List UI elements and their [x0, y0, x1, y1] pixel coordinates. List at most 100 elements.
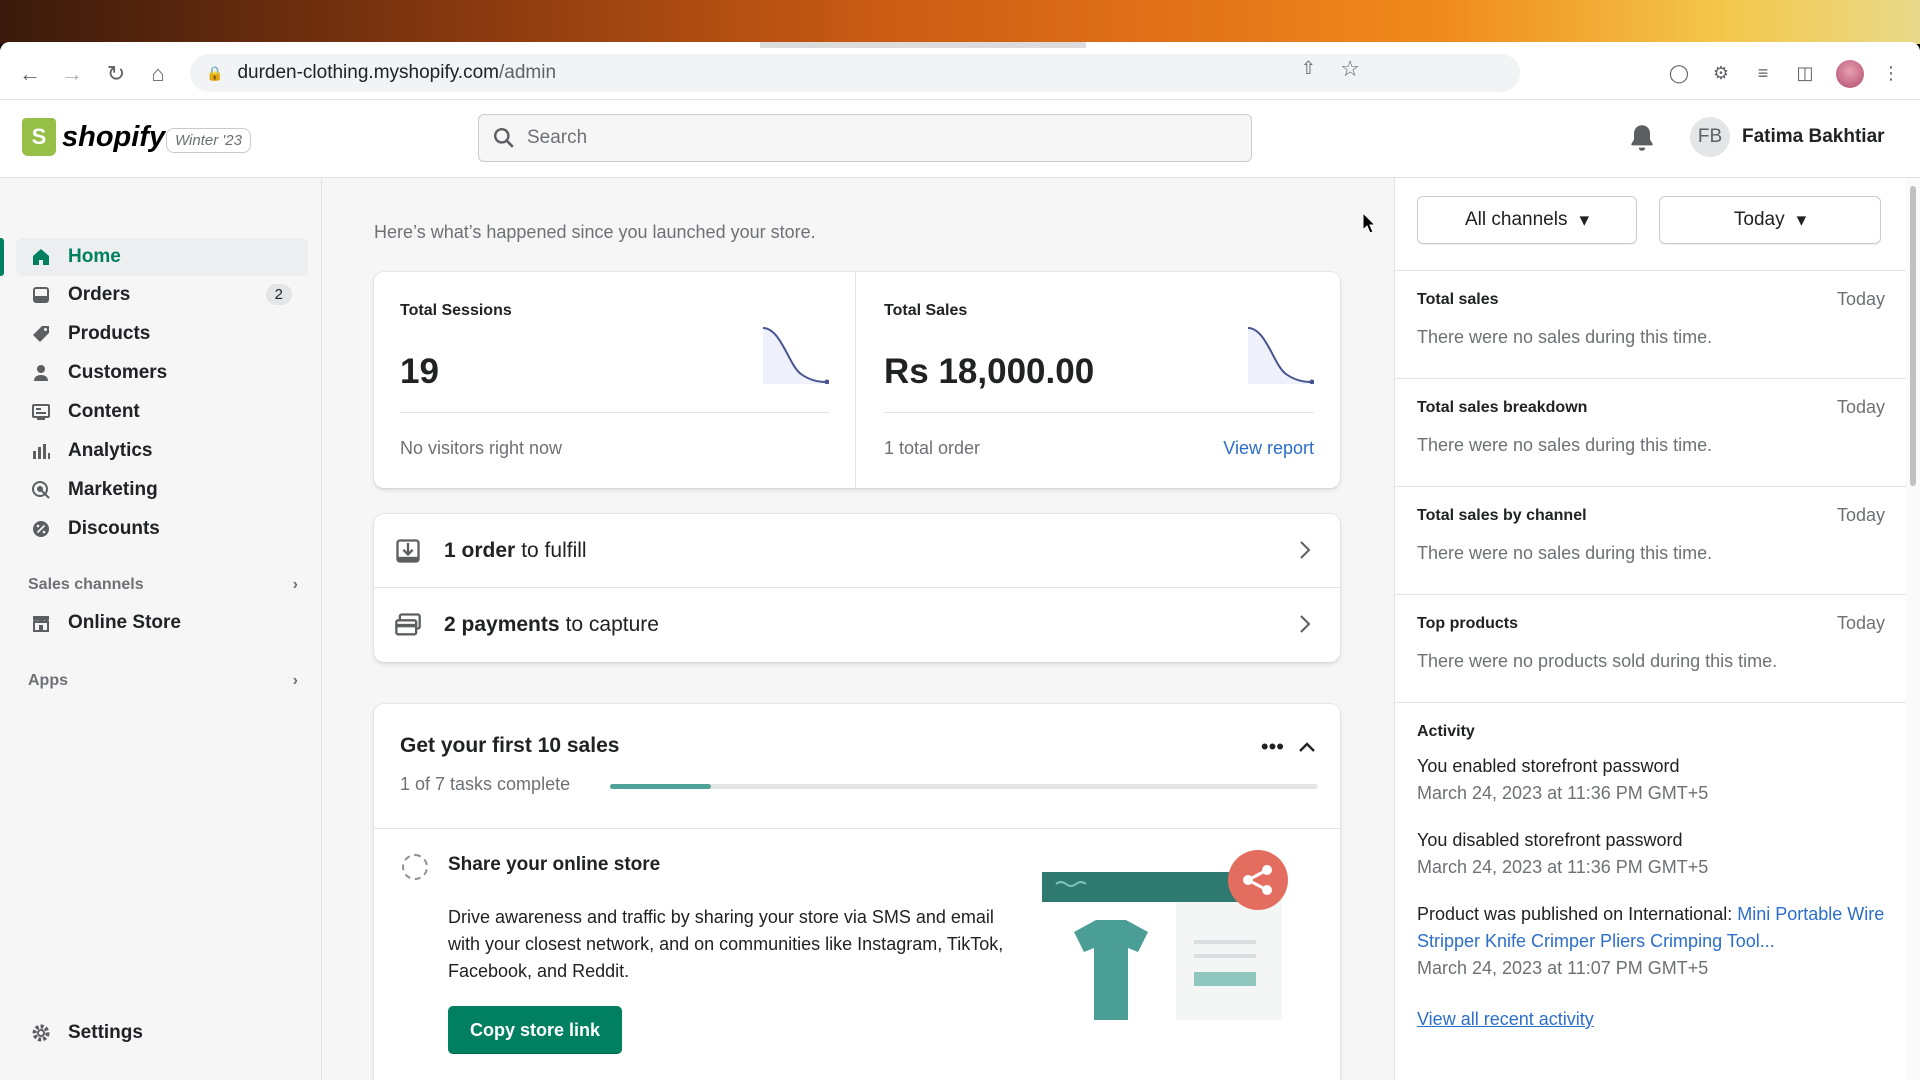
forward-icon[interactable]: → — [58, 60, 86, 88]
channel-filter-dropdown[interactable]: All channels ▾ — [1417, 196, 1637, 244]
sales-label: Total Sales — [884, 302, 968, 319]
view-report-link[interactable]: View report — [1223, 438, 1314, 459]
side-panel-icon[interactable]: ◫ — [1790, 58, 1820, 88]
total-sales-section[interactable]: Total sales Today There were no sales du… — [1395, 270, 1907, 378]
activity-time: March 24, 2023 at 11:36 PM GMT+5 — [1417, 857, 1709, 877]
task-count: 1 order — [444, 538, 516, 562]
user-name[interactable]: Fatima Bakhtiar — [1742, 126, 1885, 148]
shopify-logo[interactable]: S shopify — [22, 118, 165, 156]
section-heading: Total sales breakdown — [1417, 399, 1588, 416]
sidebar-item-marketing[interactable]: Marketing — [16, 471, 308, 509]
sidebar-item-orders[interactable]: Orders 2 — [16, 276, 308, 314]
sessions-footer: No visitors right now — [400, 438, 563, 458]
sales-by-channel-section[interactable]: Total sales by channel Today There were … — [1395, 486, 1907, 594]
top-products-section[interactable]: Top products Today There were no product… — [1395, 594, 1907, 702]
section-text: There were no sales during this time. — [1417, 543, 1713, 563]
sidebar-item-label: Orders — [68, 284, 131, 305]
sales-footer: 1 total order — [884, 438, 981, 458]
step-description: Drive awareness and traffic by sharing y… — [448, 907, 1004, 981]
reload-icon[interactable]: ↻ — [102, 60, 130, 88]
search-input[interactable]: Search — [478, 114, 1252, 162]
section-heading: Total sales by channel — [1417, 507, 1587, 524]
date-filter-dropdown[interactable]: Today ▾ — [1659, 196, 1881, 244]
divider — [374, 828, 1340, 829]
activity-item: Product was published on International: … — [1417, 901, 1887, 982]
sidebar-item-online-store[interactable]: Online Store — [16, 604, 308, 642]
section-heading: Total sales — [1417, 291, 1499, 308]
browser-menu-icon[interactable]: ⋮ — [1876, 58, 1906, 88]
activity-item: You enabled storefront password March 24… — [1417, 753, 1887, 807]
sidebar-item-content[interactable]: Content — [16, 393, 308, 431]
scrollbar-thumb[interactable] — [1910, 186, 1916, 486]
tag-icon — [30, 323, 52, 345]
active-indicator — [0, 238, 4, 276]
sessions-value: 19 — [400, 352, 439, 391]
extensions-puzzle-icon[interactable]: ⚙ — [1706, 58, 1736, 88]
sidebar-item-products[interactable]: Products — [16, 315, 308, 353]
logo-text: shopify — [62, 120, 166, 153]
more-actions-icon[interactable]: ••• — [1261, 734, 1284, 760]
sidebar-item-label: Online Store — [68, 612, 181, 633]
shield-extension-icon[interactable]: ◯ — [1664, 58, 1694, 88]
section-text: There were no sales during this time. — [1417, 435, 1713, 455]
step-incomplete-icon[interactable] — [402, 854, 428, 880]
browser-profile-avatar[interactable] — [1836, 60, 1864, 88]
section-heading: Top products — [1417, 615, 1519, 632]
section-date: Today — [1836, 613, 1885, 633]
task-text: to fulfill — [521, 538, 587, 562]
stats-card: Total Sessions 19 No visitors right now … — [374, 272, 1340, 488]
content-icon — [30, 401, 52, 423]
activity-text: You disabled storefront password — [1417, 830, 1683, 850]
url-path: /admin — [498, 62, 557, 83]
guide-tools: ••• — [1261, 734, 1316, 760]
section-date: Today — [1836, 505, 1885, 525]
sidebar-item-label: Home — [68, 246, 121, 267]
sidebar-item-settings[interactable]: Settings — [16, 1014, 308, 1052]
page-scrollbar[interactable] — [1906, 178, 1920, 1080]
divider — [400, 412, 829, 413]
bookmark-star-icon[interactable]: ☆ — [1340, 56, 1360, 82]
activity-time: March 24, 2023 at 11:07 PM GMT+5 — [1417, 958, 1709, 978]
sales-breakdown-section[interactable]: Total sales breakdown Today There were n… — [1395, 378, 1907, 486]
view-all-activity-link[interactable]: View all recent activity — [1417, 1009, 1594, 1030]
address-bar[interactable]: 🔒 durden-clothing.myshopify.com/admin ⇧ … — [190, 54, 1520, 92]
sidebar-item-discounts[interactable]: Discounts — [16, 510, 308, 548]
share-icon[interactable]: ⇧ — [1301, 58, 1316, 79]
gear-icon — [30, 1022, 52, 1044]
caret-down-icon: ▾ — [1579, 209, 1589, 231]
date-filter-label: Today — [1733, 209, 1785, 230]
browser-window: ← → ↻ ⌂ 🔒 durden-clothing.myshopify.com /… — [0, 42, 1920, 1080]
notifications-bell-icon[interactable] — [1626, 122, 1658, 154]
sessions-panel[interactable]: Total Sessions 19 No visitors right now — [374, 272, 856, 488]
guide-progress-fill — [610, 784, 712, 789]
user-avatar[interactable]: FB — [1690, 117, 1730, 157]
sidebar-item-label: Analytics — [68, 440, 153, 461]
home-browser-icon[interactable]: ⌂ — [144, 60, 172, 88]
browser-toolbar: ← → ↻ ⌂ 🔒 durden-clothing.myshopify.com /… — [0, 42, 1920, 100]
apps-heading[interactable]: Apps › — [28, 672, 298, 690]
sidebar-item-analytics[interactable]: Analytics — [16, 432, 308, 470]
url-host: durden-clothing.myshopify.com — [237, 62, 499, 83]
sales-sparkline — [1247, 327, 1314, 384]
orders-icon — [30, 284, 52, 306]
divider — [884, 412, 1314, 413]
chevron-right-icon — [1298, 540, 1312, 566]
chevron-up-icon[interactable] — [1298, 741, 1316, 753]
capture-payments-row[interactable]: 2 payments to capture — [374, 588, 1340, 662]
sales-panel[interactable]: Total Sales Rs 18,000.00 1 total order V… — [858, 272, 1340, 488]
sidebar-nav: Home Orders 2 Products Customers Content… — [0, 178, 322, 1080]
sales-channels-heading[interactable]: Sales channels › — [28, 576, 298, 594]
sidebar-item-customers[interactable]: Customers — [16, 354, 308, 392]
orders-count-badge: 2 — [265, 284, 292, 305]
guide-progress-text: 1 of 7 tasks complete — [400, 774, 571, 794]
mouse-cursor-icon — [1362, 212, 1376, 234]
back-icon[interactable]: ← — [16, 60, 44, 88]
fulfill-orders-row[interactable]: 1 order to fulfill — [374, 514, 1340, 588]
section-date: Today — [1836, 289, 1885, 309]
task-count: 2 payments — [444, 613, 560, 636]
copy-store-link-button[interactable]: Copy store link — [448, 1006, 622, 1054]
section-text: There were no sales during this time. — [1417, 327, 1713, 347]
activity-heading: Activity — [1417, 723, 1475, 740]
sidebar-item-home[interactable]: Home — [16, 238, 308, 276]
media-queue-icon[interactable]: ≡ — [1748, 58, 1778, 88]
